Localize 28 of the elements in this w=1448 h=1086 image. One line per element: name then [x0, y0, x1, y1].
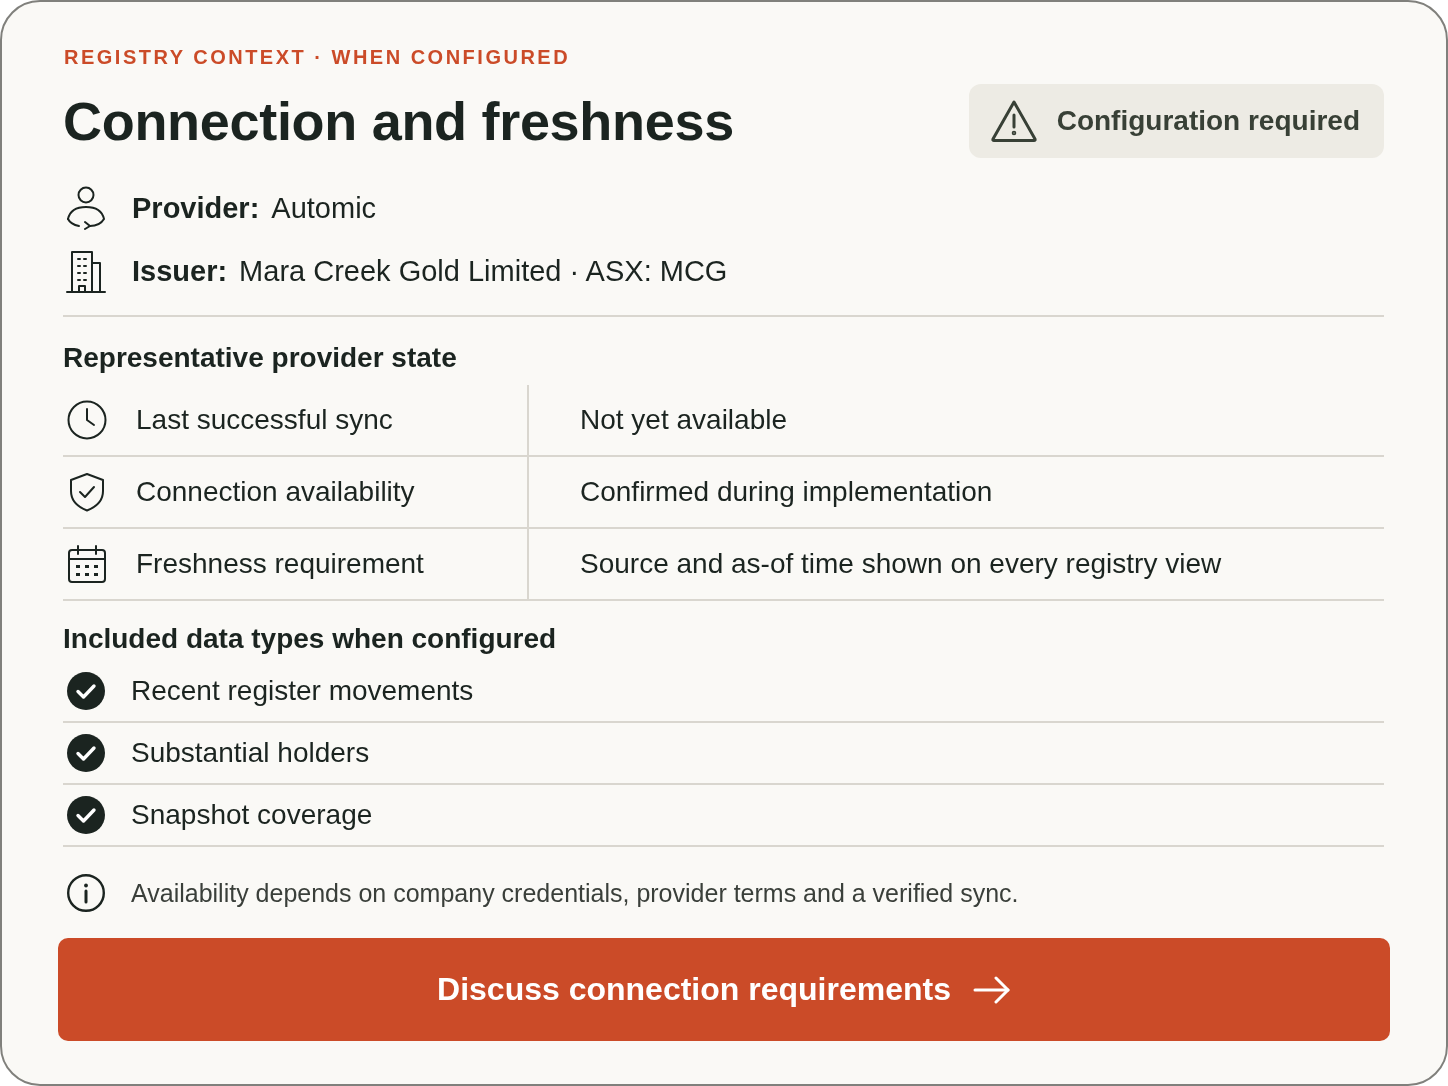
data-type-label: Substantial holders	[131, 737, 370, 769]
discuss-requirements-button[interactable]: Discuss connection requirements	[58, 938, 1390, 1041]
availability-note: Availability depends on company credentials, provider terms and a verified sync.	[131, 878, 1019, 908]
card-title: Connection and freshness	[63, 90, 735, 153]
detail-value: Mara Creek Gold Limited · ASX: MCG	[239, 254, 728, 288]
state-value: Source and as-of time shown on every registry view	[527, 529, 1384, 599]
state-label: Freshness requirement	[136, 548, 424, 580]
state-label: Last successful sync	[136, 404, 393, 436]
person-sync-icon	[66, 186, 106, 230]
arrow-right-icon	[972, 975, 1011, 1004]
data-type-label: Recent register movements	[131, 675, 474, 707]
data-type-label: Snapshot coverage	[131, 799, 373, 831]
section-heading: Included data types when configured	[63, 623, 558, 655]
info-icon	[67, 874, 105, 912]
state-label: Connection availability	[136, 476, 415, 508]
warning-icon	[990, 100, 1037, 142]
state-value: Confirmed during implementation	[527, 457, 1384, 527]
detail-value: Automic	[271, 191, 377, 225]
clock-icon	[67, 400, 107, 440]
section-heading: Representative provider state	[63, 342, 458, 374]
calendar-icon	[67, 544, 107, 584]
status-badge-label: Configuration required	[1056, 105, 1360, 137]
eyebrow-label: REGISTRY CONTEXT · WHEN CONFIGURED	[63, 45, 572, 69]
building-icon	[66, 249, 106, 293]
state-value: Not yet available	[527, 385, 1384, 455]
detail-label: Issuer:	[132, 254, 228, 288]
detail-label: Provider:	[132, 191, 260, 225]
shield-check-icon	[67, 472, 107, 512]
